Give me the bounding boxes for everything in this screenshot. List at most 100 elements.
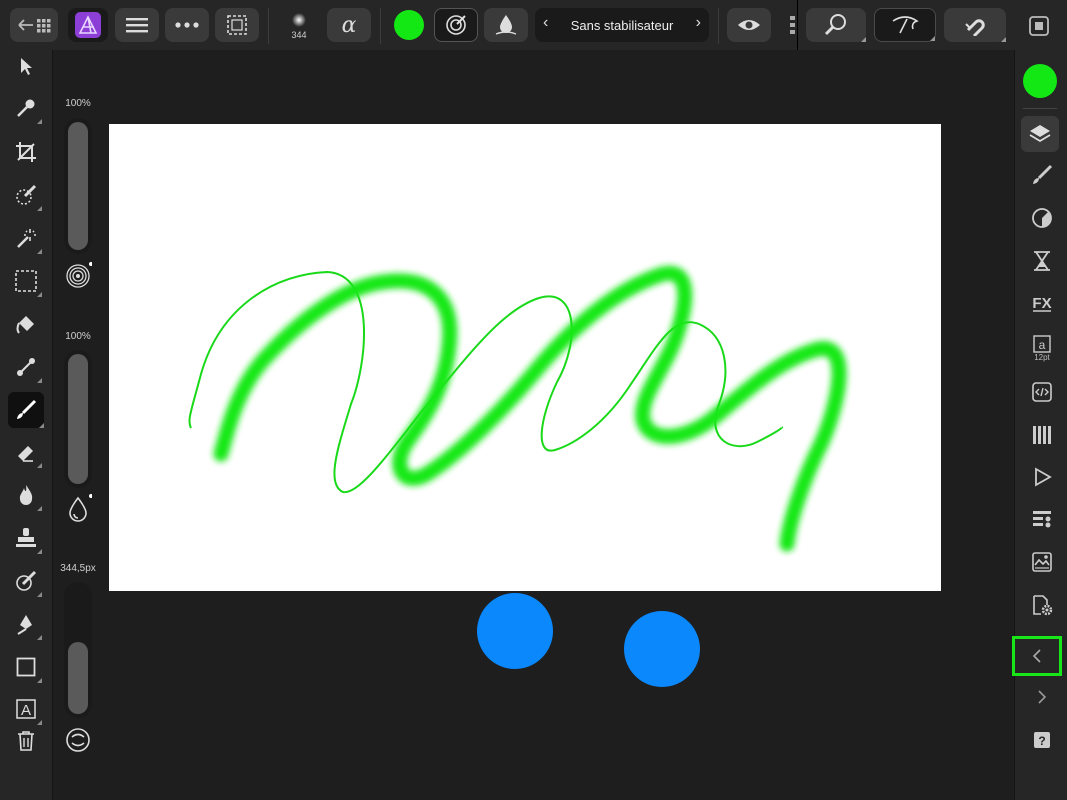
magic-wand-icon	[17, 229, 36, 248]
pressure-button[interactable]	[874, 8, 936, 42]
clone-tool[interactable]	[10, 522, 42, 554]
navigator-panel-button[interactable]	[1025, 502, 1059, 536]
svg-text:α: α	[342, 15, 357, 35]
width-slider[interactable]	[64, 582, 92, 718]
document-settings-button[interactable]	[1025, 588, 1059, 622]
touch-indicator-1	[477, 593, 553, 669]
expand-panels-button[interactable]	[1025, 680, 1059, 714]
crop-tool[interactable]	[10, 136, 42, 168]
magnet-icon	[965, 19, 985, 36]
width-toggle[interactable]	[64, 726, 92, 754]
play-macro-icon	[1035, 467, 1052, 487]
history-panel-button[interactable]	[1025, 244, 1059, 278]
eraser-tool[interactable]	[10, 436, 42, 468]
fullscreen-button[interactable]	[1028, 15, 1050, 37]
transform-panel-button[interactable]	[1025, 375, 1059, 409]
panel-divider	[1023, 108, 1057, 109]
ink-drop-icon	[495, 15, 517, 35]
crop-icon	[16, 142, 36, 162]
text-styles-panel-button[interactable]: a 12pt	[1025, 328, 1059, 368]
retouch-tool[interactable]	[10, 565, 42, 597]
navigator-icon	[1033, 511, 1051, 528]
concentric-rings-icon	[66, 262, 93, 288]
fx-panel-button[interactable]: FX	[1025, 286, 1059, 320]
flow-slider[interactable]	[64, 350, 92, 488]
retouch-icon	[16, 570, 37, 591]
alpha-icon: α	[342, 15, 357, 35]
brush-size-button[interactable]: 344	[280, 8, 318, 42]
selection-mode-button[interactable]	[215, 8, 259, 42]
view-options-button[interactable]	[727, 8, 771, 42]
toolbar-divider	[797, 0, 798, 50]
width-value: 344,5px	[60, 563, 96, 574]
more-options-button[interactable]	[165, 8, 209, 42]
brushes-panel-button[interactable]	[1025, 158, 1059, 192]
dock-handle-icon[interactable]	[787, 12, 797, 38]
history-icon	[1034, 251, 1050, 271]
eraser-icon	[18, 446, 33, 462]
rectangle-tool[interactable]	[10, 651, 42, 683]
marquee-tool[interactable]	[10, 265, 42, 297]
selection-brush-tool[interactable]	[10, 179, 42, 211]
stabilizer-label: Sans stabilisateur	[570, 17, 674, 33]
gradient-icon	[17, 358, 35, 376]
window-compact-icon	[1029, 16, 1049, 36]
snapping-button[interactable]	[944, 8, 1006, 42]
document-canvas[interactable]	[109, 124, 941, 591]
blend-mode-button[interactable]	[484, 8, 528, 42]
color-swatch-icon[interactable]	[1023, 64, 1057, 98]
delete-button[interactable]	[10, 725, 42, 757]
text-size-label: 12pt	[1034, 352, 1050, 362]
chevron-left-icon[interactable]: ‹	[543, 14, 548, 32]
tools-panel: A	[0, 50, 53, 800]
pen-tool[interactable]	[10, 608, 42, 640]
help-button[interactable]: ?	[1025, 723, 1059, 757]
dodge-tool[interactable]	[10, 479, 42, 511]
thin-green-stroke	[188, 270, 784, 494]
alpha-button[interactable]: α	[327, 8, 371, 42]
text-frame-tool[interactable]: A	[10, 693, 42, 725]
toolbar-divider	[268, 8, 269, 44]
collapse-panels-button[interactable]	[1012, 636, 1062, 676]
soft-brush-stroke	[213, 265, 847, 552]
touch-indicator-2	[624, 611, 700, 687]
stabilizer-selector[interactable]: ‹ Sans stabilisateur ›	[535, 8, 709, 42]
color-picker-tool[interactable]	[10, 92, 42, 124]
move-tool[interactable]	[10, 50, 42, 82]
pressure-curve-icon	[892, 16, 919, 34]
flow-toggle[interactable]	[64, 494, 93, 524]
svg-text:?: ?	[1038, 734, 1045, 748]
move-icon	[21, 58, 32, 75]
zoom-button[interactable]	[806, 8, 866, 42]
stock-panel-button[interactable]	[1025, 545, 1059, 579]
brushes-icon	[1033, 164, 1053, 184]
chevron-right-icon[interactable]: ›	[696, 14, 701, 32]
text-styles-icon: a	[1033, 334, 1051, 353]
opacity-slider[interactable]	[64, 118, 92, 254]
back-arrow-icon	[18, 19, 51, 33]
color-picker-icon	[17, 99, 35, 117]
top-toolbar: 344 α ‹ Sans stabilisateur ›	[0, 0, 1067, 50]
soft-brush-tip-icon	[292, 13, 306, 27]
macros-panel-button[interactable]	[1025, 460, 1059, 494]
toolbar-divider	[380, 8, 381, 44]
flood-fill-tool[interactable]	[10, 308, 42, 340]
svg-text:FX: FX	[1032, 295, 1051, 312]
expand-right-icon	[1038, 690, 1047, 704]
opacity-toggle[interactable]	[64, 262, 93, 290]
channels-panel-button[interactable]	[1025, 418, 1059, 452]
wet-edges-button[interactable]	[434, 8, 478, 42]
clone-stamp-icon	[16, 528, 36, 547]
main-menu-button[interactable]	[115, 8, 159, 42]
back-to-gallery-button[interactable]	[10, 8, 58, 42]
flow-value: 100%	[65, 331, 91, 342]
magic-wand-tool[interactable]	[10, 222, 42, 254]
adjustments-panel-button[interactable]	[1025, 201, 1059, 235]
layers-panel-button[interactable]	[1021, 116, 1059, 152]
gradient-tool[interactable]	[10, 351, 42, 383]
photo-persona-button[interactable]	[68, 8, 108, 42]
transform-icon	[1032, 382, 1052, 402]
paint-brush-tool[interactable]	[8, 392, 44, 428]
marquee-icon	[15, 270, 37, 292]
brush-color-swatch[interactable]	[394, 10, 424, 40]
